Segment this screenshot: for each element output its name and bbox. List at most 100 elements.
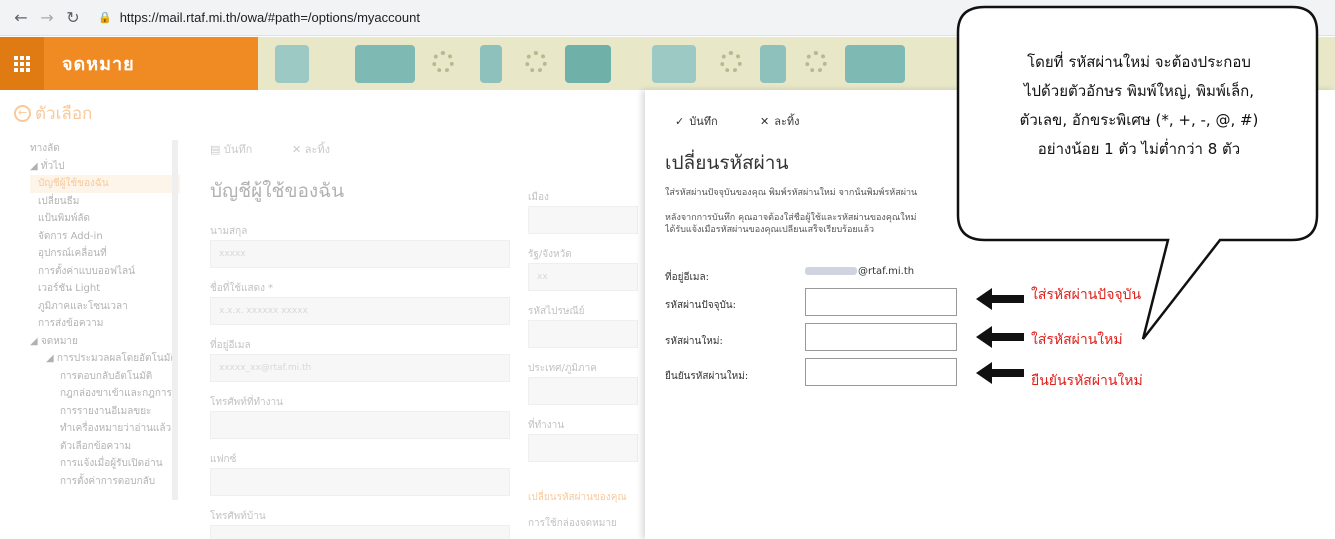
left-arrow-icon <box>976 326 1024 348</box>
nav-item[interactable]: การส่งข้อความ <box>30 315 180 333</box>
panel-save-button[interactable]: ✓ บันทึก <box>675 112 718 130</box>
confirm-password-input[interactable] <box>805 358 957 386</box>
robot-banner-icon <box>760 45 786 83</box>
new-password-input[interactable] <box>805 323 957 351</box>
field-input[interactable] <box>210 525 510 539</box>
field-input[interactable]: xx <box>528 263 638 291</box>
field-input[interactable] <box>210 411 510 439</box>
field-input[interactable] <box>210 468 510 496</box>
field-value <box>211 534 219 539</box>
field-label: ประเทศ/ภูมิภาค <box>528 363 597 374</box>
nav-item[interactable]: การตอบกลับอัตโนมัติ <box>30 368 180 386</box>
new-password-label: รหัสผ่านใหม่: <box>665 336 723 347</box>
panel-discard-button[interactable]: ✕ ละทิ้ง <box>760 112 800 130</box>
robot-banner-icon <box>275 45 309 83</box>
nav-item[interactable]: การรายงานอีเมลขยะ <box>30 403 180 421</box>
field-label: ชื่อที่ใช้แสดง * <box>210 283 274 294</box>
left-arrow-icon <box>976 362 1024 384</box>
field-value <box>529 386 537 396</box>
field-label: แฟกซ์ <box>210 454 237 465</box>
field-value: x.x.x. xxxxxx xxxxx <box>219 306 308 316</box>
address-bar[interactable]: https://mail.rtaf.mi.th/owa/#path=/optio… <box>120 10 420 25</box>
nav-item[interactable]: การแจ้งเมื่อผู้รับเปิดอ่าน <box>30 455 180 473</box>
current-password-input[interactable] <box>805 288 957 316</box>
redacted-username <box>805 267 857 275</box>
nav-item[interactable]: แป้นพิมพ์ลัด <box>30 210 180 228</box>
callout-text: โดยที่ รหัสผ่านใหม่ จะต้องประกอบ ไปด้วยต… <box>966 48 1312 164</box>
nav-item[interactable]: บัญชีผู้ใช้ของฉัน <box>30 175 180 193</box>
field-label: เมือง <box>528 192 549 203</box>
gear-banner-icon <box>805 51 827 73</box>
email-value: @rtaf.mi.th <box>805 266 914 277</box>
nav-item[interactable]: ทางลัด <box>30 140 180 158</box>
field-label: รหัสไปรษณีย์ <box>528 306 585 317</box>
nav-item[interactable]: การตั้งค่าการตอบกลับ <box>30 473 180 491</box>
field-label: นามสกุล <box>210 226 248 237</box>
reload-icon[interactable]: ↻ <box>62 7 84 29</box>
annotation-confirm-password: ยืนยันรหัสผ่านใหม่ <box>1031 373 1143 389</box>
checkmark-icon: ✓ <box>675 114 685 128</box>
field-label: โทรศัพท์ที่ทำงาน <box>210 397 283 408</box>
panel-description: ใส่รหัสผ่านปัจจุบันของคุณ พิมพ์รหัสผ่านใ… <box>665 188 918 198</box>
options-nav: ทางลัด ◢ ทั่วไป บัญชีผู้ใช้ของฉัน เปลี่ยนธี… <box>30 140 180 490</box>
callout-line: อย่างน้อย 1 ตัว ไม่ต่ำกว่า 8 ตัว <box>1037 140 1241 158</box>
robot-banner-icon <box>652 45 696 83</box>
callout-line: โดยที่ รหัสผ่านใหม่ จะต้องประกอบ <box>1027 53 1251 71</box>
field-value <box>211 477 219 487</box>
field-input[interactable] <box>528 320 638 348</box>
nav-item[interactable]: เปลี่ยนธีม <box>30 193 180 211</box>
nav-item[interactable]: ทำเครื่องหมายว่าอ่านแล้ว <box>30 420 180 438</box>
field-label: โทรศัพท์บ้าน <box>210 511 266 522</box>
robot-banner-icon <box>565 45 611 83</box>
field-value: xxxxx_xx@rtaf.mi.th <box>219 363 312 373</box>
panel-description: ได้รับแจ้งเมื่อรหัสผ่านของคุณเปลี่ยนเสร็… <box>665 225 875 235</box>
field-value: xx <box>537 272 548 282</box>
gear-banner-icon <box>720 51 742 73</box>
field-input[interactable]: xxxxx <box>210 240 510 268</box>
robot-banner-icon <box>480 45 502 83</box>
panel-title: เปลี่ยนรหัสผ่าน <box>665 152 789 174</box>
nav-item[interactable]: กฎกล่องขาเข้าและกฎการ <box>30 385 180 403</box>
options-title: ตัวเลือก <box>35 104 93 124</box>
field-value <box>529 443 537 453</box>
nav-item[interactable]: ตัวเลือกข้อความ <box>30 438 180 456</box>
annotation-new-password: ใส่รหัสผ่านใหม่ <box>1031 332 1123 348</box>
nav-scrollbar[interactable] <box>172 140 178 500</box>
app-launcher-icon[interactable] <box>0 37 44 90</box>
left-arrow-icon <box>976 288 1024 310</box>
change-password-link[interactable]: เปลี่ยนรหัสผ่านของคุณ <box>528 490 627 505</box>
robot-banner-icon <box>845 45 905 83</box>
field-input[interactable]: xxxxx_xx@rtaf.mi.th <box>210 354 510 382</box>
annotation-current-password: ใส่รหัสผ่านปัจจุบัน <box>1031 287 1142 303</box>
nav-item[interactable]: ◢ จดหมาย <box>30 333 180 351</box>
nav-item[interactable]: อุปกรณ์เคลื่อนที่ <box>30 245 180 263</box>
field-input[interactable] <box>528 434 638 462</box>
nav-item[interactable]: ภูมิภาคและโซนเวลา <box>30 298 180 316</box>
back-arrow-icon: ← <box>14 105 31 122</box>
forward-arrow-icon[interactable]: → <box>36 7 58 29</box>
options-back-button[interactable]: ← ตัวเลือก <box>14 100 92 127</box>
save-button[interactable]: ▤ บันทึก <box>210 140 252 158</box>
nav-item[interactable]: ◢ การประมวลผลโดยอัตโนมัติ <box>30 350 180 368</box>
callout-line: ตัวเลข, อักขระพิเศษ (*, +, -, @, #) <box>1019 111 1259 129</box>
robot-banner-icon <box>355 45 415 83</box>
current-password-label: รหัสผ่านปัจจุบัน: <box>665 300 736 311</box>
field-input[interactable]: x.x.x. xxxxxx xxxxx <box>210 297 510 325</box>
lock-icon: 🔒 <box>98 11 112 24</box>
back-arrow-icon[interactable]: ← <box>10 7 32 29</box>
field-input[interactable] <box>528 206 638 234</box>
field-label: ที่ทำงาน <box>528 420 565 431</box>
discard-button[interactable]: ✕ ละทิ้ง <box>292 140 330 158</box>
nav-item[interactable]: การตั้งค่าแบบออฟไลน์ <box>30 263 180 281</box>
app-name[interactable]: จดหมาย <box>62 49 135 78</box>
field-label: ที่อยู่อีเมล <box>210 340 251 351</box>
nav-item[interactable]: จัดการ Add-in <box>30 228 180 246</box>
field-input[interactable] <box>528 377 638 405</box>
confirm-password-label: ยืนยันรหัสผ่านใหม่: <box>665 371 749 382</box>
mailbox-usage-label: การใช้กล่องจดหมาย <box>528 518 617 529</box>
nav-item[interactable]: เวอร์ชัน Light <box>30 280 180 298</box>
nav-item[interactable]: ◢ ทั่วไป <box>30 158 180 176</box>
panel-description: หลังจากการบันทึก คุณอาจต้องใส่ชื่อผู้ใช้… <box>665 213 917 223</box>
field-value <box>529 215 537 225</box>
field-value <box>529 329 537 339</box>
